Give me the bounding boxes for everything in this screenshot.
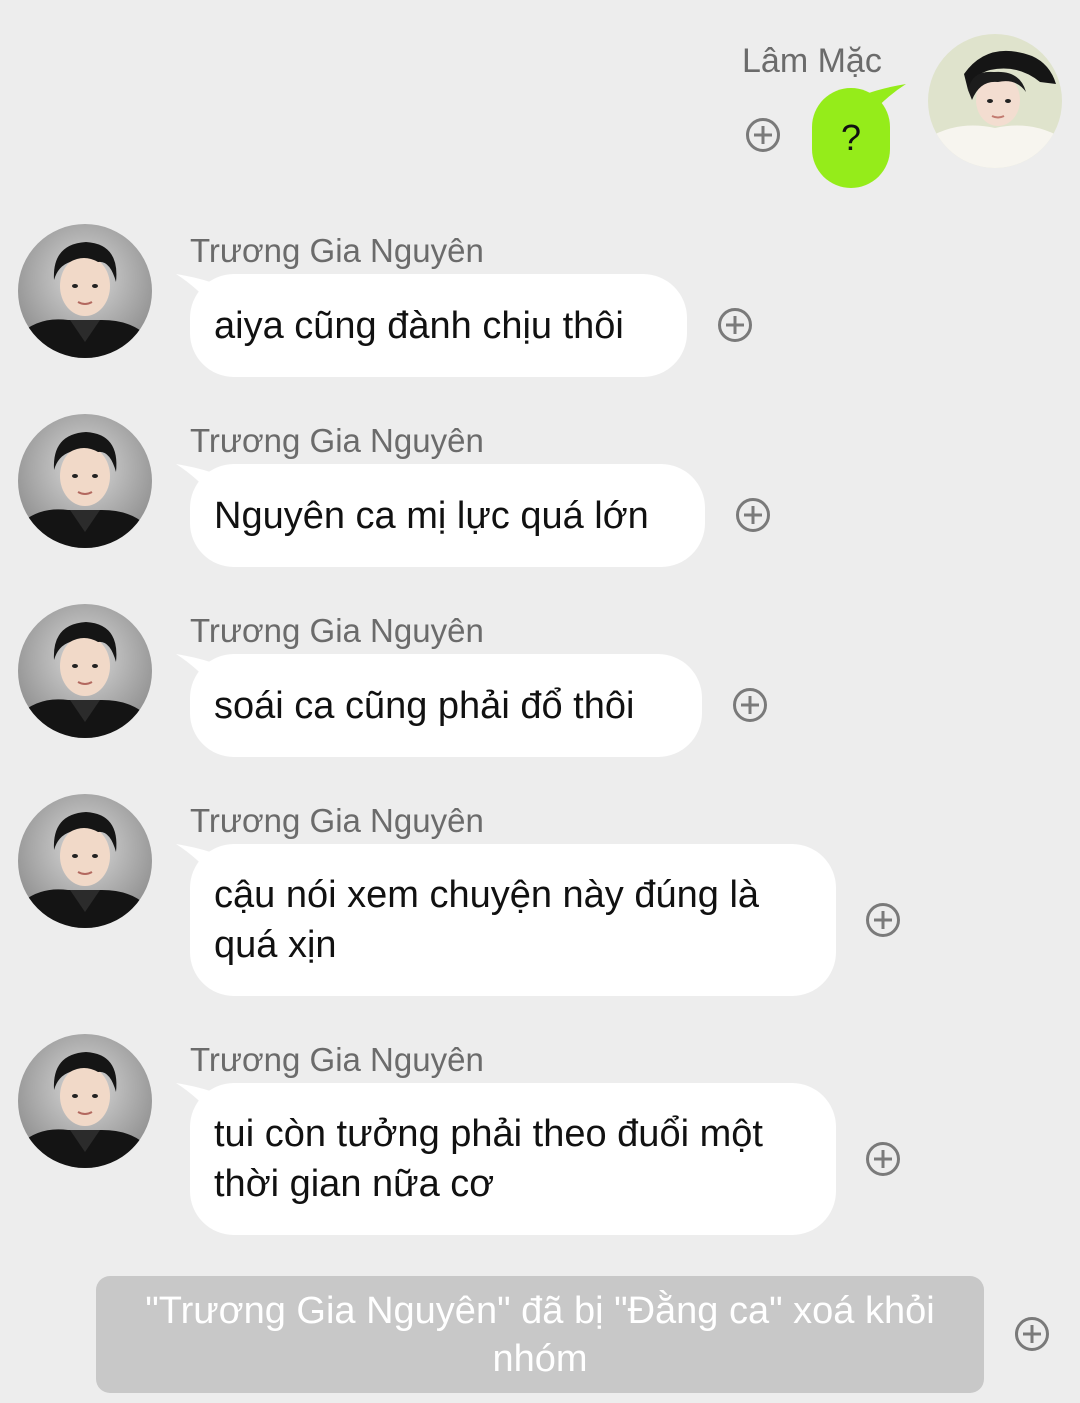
sender-avatar[interactable] <box>18 604 152 738</box>
bubble-tail-icon <box>176 274 216 310</box>
sender-name: Trương Gia Nguyên <box>190 422 484 459</box>
message-bubble[interactable]: cậu nói xem chuyện này đúng là quá xịn <box>190 844 836 996</box>
message-bubble[interactable]: tui còn tưởng phải theo đuổi một thời gi… <box>190 1083 836 1235</box>
message-text: Nguyên ca mị lực quá lớn <box>214 494 649 537</box>
message-text: tui còn tưởng phải theo đuổi một thời gi… <box>214 1113 774 1205</box>
bubble-tail-icon <box>176 654 216 690</box>
add-reaction-button[interactable] <box>718 308 752 342</box>
message-text: aiya cũng đành chịu thôi <box>214 304 624 347</box>
my-avatar[interactable] <box>928 34 1062 168</box>
bubble-tail-icon <box>176 464 216 500</box>
add-reaction-button[interactable] <box>746 118 780 152</box>
message-bubble[interactable]: Nguyên ca mị lực quá lớn <box>190 464 705 567</box>
sender-avatar[interactable] <box>18 414 152 548</box>
sender-avatar[interactable] <box>18 794 152 928</box>
my-sender-name: Lâm Mặc <box>742 42 882 80</box>
add-reaction-button[interactable] <box>733 688 767 722</box>
my-message-text: ? <box>840 117 862 158</box>
my-message-bubble[interactable]: ? <box>812 88 890 188</box>
system-notice-text: "Trương Gia Nguyên" đã bị "Đằng ca" xoá … <box>145 1289 935 1380</box>
add-reaction-button[interactable] <box>866 903 900 937</box>
user-avatar-icon <box>928 34 1062 168</box>
message-bubble[interactable]: soái ca cũng phải đổ thôi <box>190 654 702 757</box>
sender-avatar[interactable] <box>18 224 152 358</box>
system-notice: "Trương Gia Nguyên" đã bị "Đằng ca" xoá … <box>96 1276 984 1393</box>
bubble-tail-icon <box>176 1083 216 1119</box>
user-avatar-icon <box>18 604 152 738</box>
add-reaction-button[interactable] <box>866 1142 900 1176</box>
sender-name: Trương Gia Nguyên <box>190 802 484 839</box>
bubble-tail-icon <box>176 844 216 880</box>
sender-name: Trương Gia Nguyên <box>190 232 484 269</box>
sender-name: Trương Gia Nguyên <box>190 612 484 649</box>
user-avatar-icon <box>18 794 152 928</box>
sender-name: Trương Gia Nguyên <box>190 1041 484 1078</box>
add-reaction-button[interactable] <box>736 498 770 532</box>
user-avatar-icon <box>18 1034 152 1168</box>
add-reaction-button[interactable] <box>1015 1317 1049 1351</box>
user-avatar-icon <box>18 414 152 548</box>
sender-avatar[interactable] <box>18 1034 152 1168</box>
message-bubble[interactable]: aiya cũng đành chịu thôi <box>190 274 687 377</box>
user-avatar-icon <box>18 224 152 358</box>
message-text: cậu nói xem chuyện này đúng là quá xịn <box>214 874 770 966</box>
message-text: soái ca cũng phải đổ thôi <box>214 684 635 727</box>
